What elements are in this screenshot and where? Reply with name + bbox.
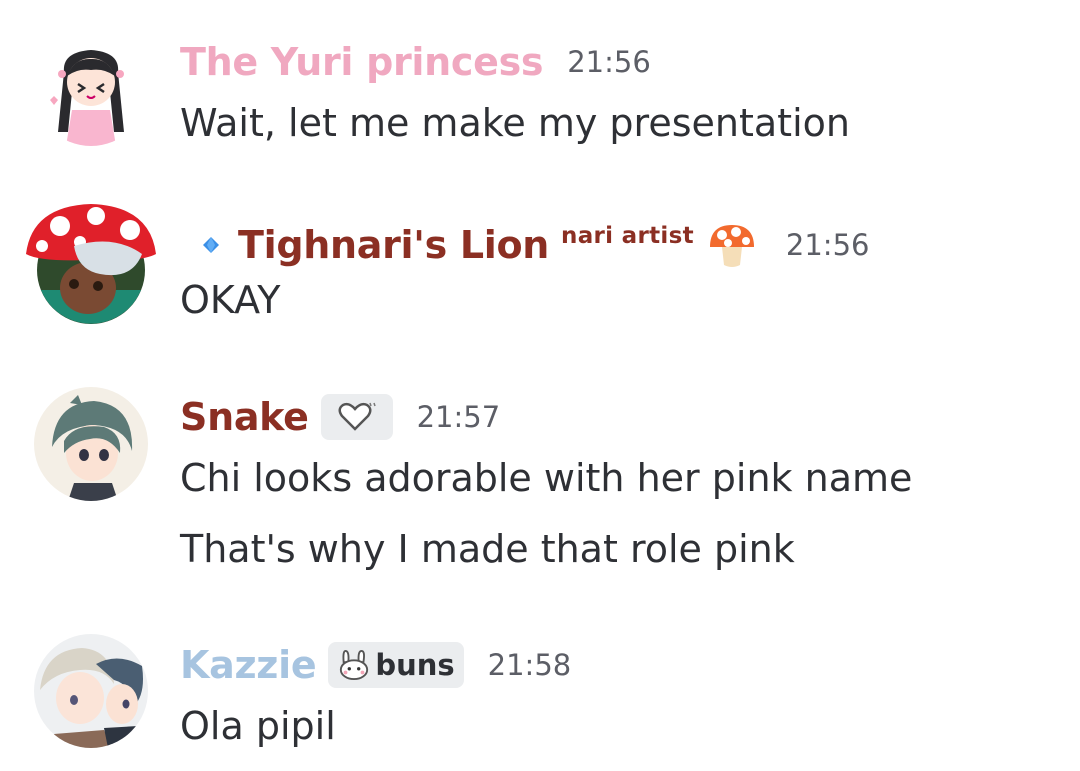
timestamp[interactable]: 21:57: [417, 400, 501, 434]
message-text: Wait, let me make my presentation: [180, 101, 850, 145]
avatar[interactable]: [34, 634, 148, 748]
username[interactable]: Tighnari's Lion: [238, 223, 549, 267]
server-tag-text: buns: [375, 648, 455, 682]
avatar-mushroom-hat-icon: [26, 204, 156, 324]
message-header: The Yuri princess 21:56: [180, 40, 651, 84]
server-tag[interactable]: [320, 394, 393, 440]
message-header: Snake 21:57: [180, 394, 500, 440]
username[interactable]: The Yuri princess: [180, 40, 544, 84]
timestamp[interactable]: 21:56: [786, 228, 870, 262]
avatar-anime-girl-pink-icon: [34, 32, 148, 146]
timestamp[interactable]: 21:56: [567, 45, 651, 79]
message-text: OKAY: [180, 278, 281, 322]
mushroom-emoji-icon[interactable]: [706, 219, 758, 271]
message-text: That's why I made that role pink: [180, 527, 795, 571]
role-tag[interactable]: nari artist: [561, 223, 694, 249]
chat-message-list: The Yuri princess 21:56 Wait, let me mak…: [0, 0, 1080, 771]
avatar-two-characters-icon: [34, 634, 148, 748]
username[interactable]: Snake: [180, 395, 309, 439]
avatar[interactable]: [34, 387, 148, 501]
timestamp[interactable]: 21:58: [488, 648, 572, 682]
avatar[interactable]: [22, 200, 160, 324]
message-text: Ola pipil: [180, 704, 336, 748]
avatar-green-hair-icon: [34, 387, 148, 501]
message-header: Tighnari's Lion nari artist 21:56: [196, 219, 869, 271]
heart-badge-icon: [338, 402, 376, 431]
bunny-icon: [340, 649, 369, 681]
username[interactable]: Kazzie: [180, 643, 317, 687]
avatar[interactable]: [34, 32, 148, 146]
message-text: Chi looks adorable with her pink name: [180, 456, 913, 500]
server-tag[interactable]: buns: [328, 642, 464, 688]
blue-diamond-icon[interactable]: [196, 230, 226, 260]
message-header: Kazzie buns 21:58: [180, 642, 571, 688]
